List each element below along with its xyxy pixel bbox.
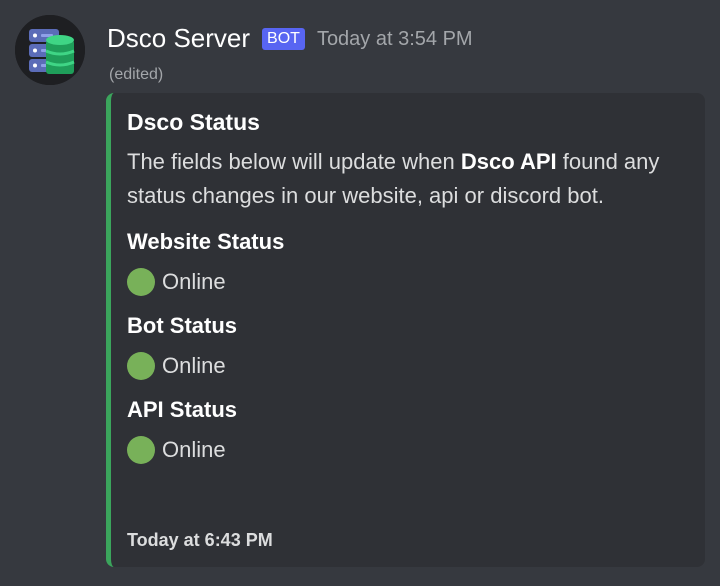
embed-title: Dsco Status	[127, 109, 260, 135]
embed-field-website: Website Status Online	[127, 227, 705, 297]
database-server-icon	[15, 15, 85, 85]
status-text: Online	[162, 437, 226, 462]
status-text: Online	[162, 353, 226, 378]
status-embed: Dsco Status The fields below will update…	[106, 93, 705, 567]
embed-field-bot: Bot Status Online	[127, 311, 705, 381]
field-name: API Status	[127, 397, 238, 422]
field-value: Online	[127, 435, 705, 465]
field-value: Online	[127, 267, 705, 297]
embed-description: The fields below will update when Dsco A…	[127, 145, 687, 213]
embed-field-api: API Status Online	[127, 395, 705, 465]
field-value: Online	[127, 351, 705, 381]
embed-description-text: The fields below will update when	[127, 149, 461, 174]
green-circle-icon	[127, 352, 155, 380]
embed-footer-timestamp: Today at 6:43 PM	[127, 530, 273, 550]
message-header: Dsco Server BOT Today at 3:54 PM	[107, 18, 473, 58]
field-name: Website Status	[127, 229, 285, 254]
bot-avatar[interactable]	[15, 15, 85, 85]
author-username[interactable]: Dsco Server	[107, 23, 250, 54]
green-circle-icon	[127, 268, 155, 296]
message-timestamp[interactable]: Today at 3:54 PM	[317, 28, 473, 51]
edited-label: (edited)	[109, 66, 164, 83]
embed-description-bold: Dsco API	[460, 149, 557, 174]
status-text: Online	[162, 269, 226, 294]
bot-tag-badge: BOT	[262, 28, 305, 50]
field-name: Bot Status	[127, 313, 237, 338]
green-circle-icon	[127, 436, 155, 464]
